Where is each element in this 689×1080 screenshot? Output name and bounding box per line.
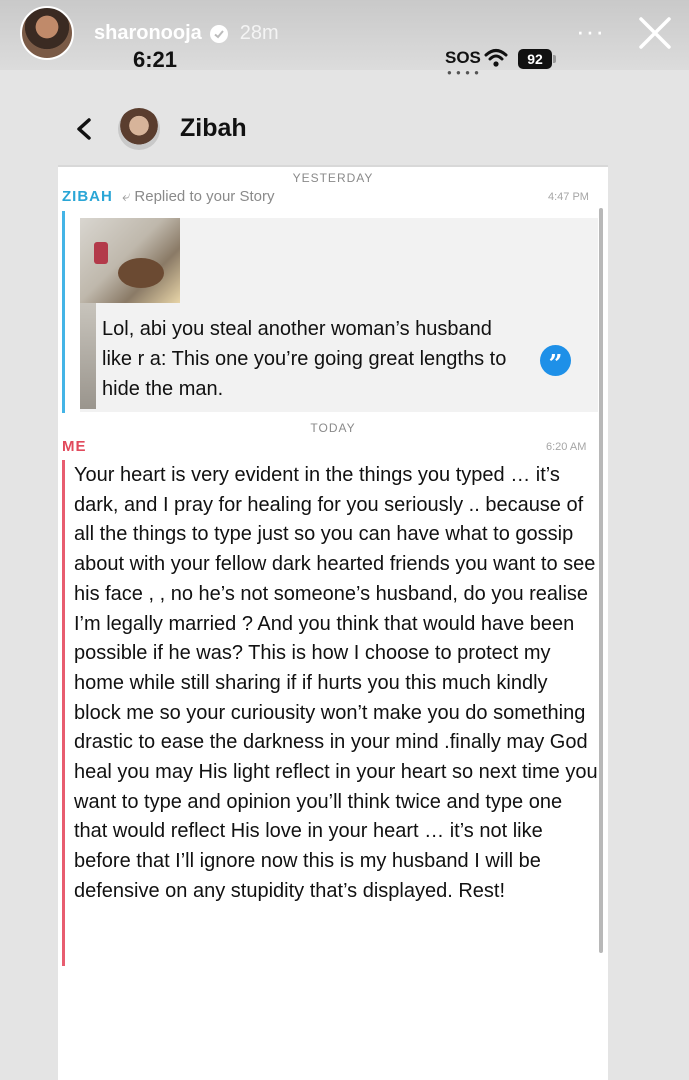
verified-badge-icon bbox=[209, 24, 228, 43]
message-time: 4:47 PM bbox=[548, 191, 589, 203]
outgoing-accent-bar bbox=[62, 460, 65, 966]
signal-dots-icon: ● ● ● ● bbox=[447, 68, 480, 77]
status-clock: 6:21 bbox=[133, 47, 178, 72]
message-time: 6:20 AM bbox=[546, 441, 587, 453]
day-separator-yesterday: YESTERDAY bbox=[292, 171, 374, 185]
story-avatar[interactable] bbox=[20, 6, 74, 60]
outgoing-message-text: Your heart is very evident in the things… bbox=[74, 464, 598, 902]
chat-header: Zibah bbox=[0, 98, 689, 158]
story-thumbnail-strip bbox=[80, 303, 96, 409]
contact-name[interactable]: Zibah bbox=[180, 114, 247, 143]
sender-name-me: ME bbox=[62, 438, 87, 455]
story-posted-time: 28m bbox=[239, 22, 279, 44]
contact-avatar[interactable] bbox=[118, 108, 160, 150]
thumbnail-glass bbox=[94, 242, 108, 264]
reply-label-text: Replied to your Story bbox=[134, 188, 275, 205]
story-thumbnail[interactable] bbox=[80, 218, 180, 303]
story-username[interactable]: sharonooja bbox=[94, 22, 202, 45]
sender-name-zibah: ZIBAH bbox=[62, 188, 113, 205]
scrollbar[interactable] bbox=[599, 208, 603, 953]
incoming-accent-bar bbox=[62, 211, 65, 413]
battery-tip bbox=[553, 55, 556, 63]
incoming-message-text: Lol, abi you steal another woman’s husba… bbox=[102, 318, 507, 400]
close-icon[interactable] bbox=[638, 16, 672, 50]
story-reply-label: ⤶ Replied to your Story bbox=[122, 188, 274, 205]
thumbnail-plate bbox=[118, 258, 164, 288]
story-user-info[interactable]: sharonooja 28m bbox=[94, 22, 279, 45]
wifi-icon bbox=[484, 49, 508, 67]
battery-level: 92 bbox=[518, 49, 552, 69]
quote-icon[interactable]: ” bbox=[540, 345, 571, 378]
day-separator-today: TODAY bbox=[310, 421, 356, 435]
chevron-left-icon[interactable] bbox=[74, 117, 94, 141]
reply-arrow-icon: ⤶ bbox=[122, 188, 131, 205]
more-options-icon[interactable]: ··· bbox=[576, 16, 605, 47]
sos-indicator: SOS bbox=[445, 48, 481, 67]
